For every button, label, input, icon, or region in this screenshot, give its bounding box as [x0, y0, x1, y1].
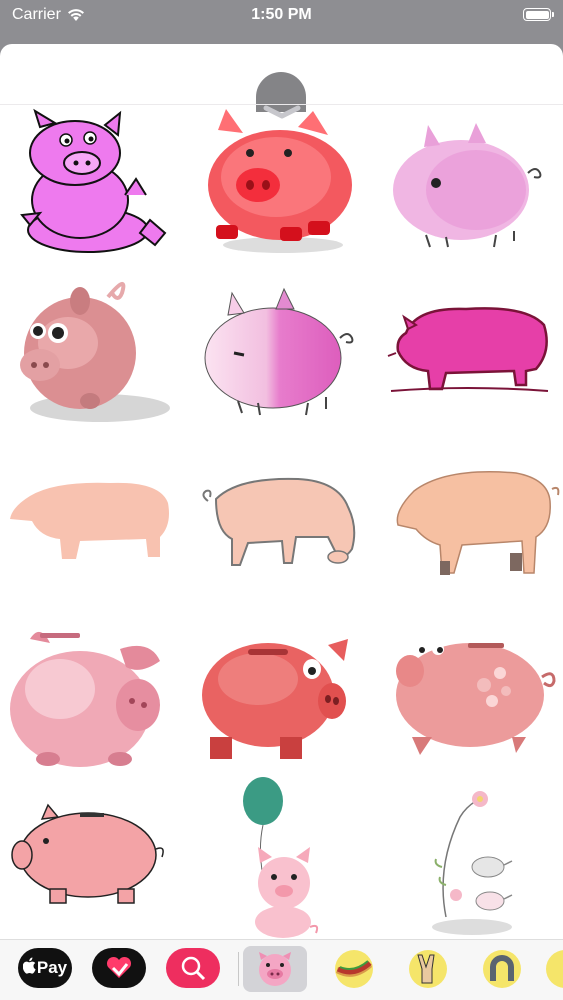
sticker-round-pink-pig[interactable] — [376, 105, 563, 268]
horseshoe-sticker-icon — [483, 950, 521, 988]
red-piggy-bank-icon — [202, 639, 348, 759]
gradient-pink-pig-icon — [204, 287, 354, 416]
sticker-flower-and-tiny-pigs[interactable] — [376, 777, 563, 940]
sticker-sheet: Pay — [0, 44, 563, 1000]
sticker-spotted-piggy-bank[interactable] — [376, 609, 563, 772]
digital-touch-app[interactable] — [92, 948, 146, 988]
status-time: 1:50 PM — [251, 6, 312, 23]
sticker-grazing-pig-outline[interactable] — [188, 441, 375, 604]
status-bar: Carrier 1:50 PM — [0, 0, 563, 32]
more-sticker-tab[interactable] — [540, 946, 563, 992]
apple-pay-icon — [22, 957, 37, 979]
grazing-pig-outline-icon — [202, 477, 356, 566]
pig-sticker-pack-tab[interactable] — [243, 946, 307, 992]
sticker-red-piggy-bank[interactable] — [188, 609, 375, 772]
sticker-piggy-bank-shiny[interactable] — [0, 609, 187, 772]
sticker-piglet-with-balloon[interactable] — [188, 777, 375, 940]
3d-pink-pig-ball-icon — [20, 282, 170, 422]
battery-icon — [523, 8, 554, 21]
piglet-with-balloon-icon — [243, 777, 319, 938]
spotted-piggy-bank-icon — [396, 643, 556, 755]
sticker-red-blurry-pig[interactable] — [188, 105, 375, 268]
peace-sign-sticker-icon — [409, 950, 447, 988]
sticker-pig-silhouette[interactable] — [0, 441, 187, 604]
image-search-app[interactable] — [166, 948, 220, 988]
piggy-bank-shiny-icon — [10, 631, 160, 767]
apple-pay-label: Pay — [36, 958, 68, 977]
round-pink-pig-icon — [393, 123, 542, 248]
sticker-grid — [0, 104, 563, 940]
peace-sign-sticker-tab[interactable] — [396, 946, 460, 992]
app-drawer: Pay — [0, 939, 563, 1000]
sticker-3d-pink-pig-ball[interactable] — [0, 273, 187, 436]
horseshoe-sticker-tab[interactable] — [470, 946, 534, 992]
cartoon-pig-sitting-icon — [20, 108, 167, 253]
flower-and-tiny-pigs-icon — [432, 791, 513, 935]
pig-silhouette-icon — [10, 482, 169, 559]
hotdog-sticker-tab[interactable] — [322, 946, 386, 992]
apple-pay-app[interactable]: Pay — [18, 948, 72, 988]
realistic-farm-pig-icon — [396, 471, 560, 575]
red-blurry-pig-icon — [208, 109, 352, 253]
tray-divider — [238, 952, 239, 986]
sticker-pink-piggy-bank-outline[interactable] — [0, 777, 187, 940]
sketch-magenta-pig-icon — [387, 307, 549, 392]
hotdog-sticker-icon — [335, 950, 373, 988]
sticker-sketch-magenta-pig[interactable] — [376, 273, 563, 436]
pig-sticker-pack-icon — [259, 952, 291, 986]
sticker-realistic-farm-pig[interactable] — [376, 441, 563, 604]
partial-sticker-icon — [546, 950, 563, 988]
image-search-icon — [181, 956, 206, 981]
sticker-gradient-pink-pig[interactable] — [188, 273, 375, 436]
pink-piggy-bank-outline-icon — [11, 803, 164, 904]
sticker-cartoon-pig-sitting[interactable] — [0, 105, 187, 268]
heart-sticker-icon — [106, 956, 132, 978]
